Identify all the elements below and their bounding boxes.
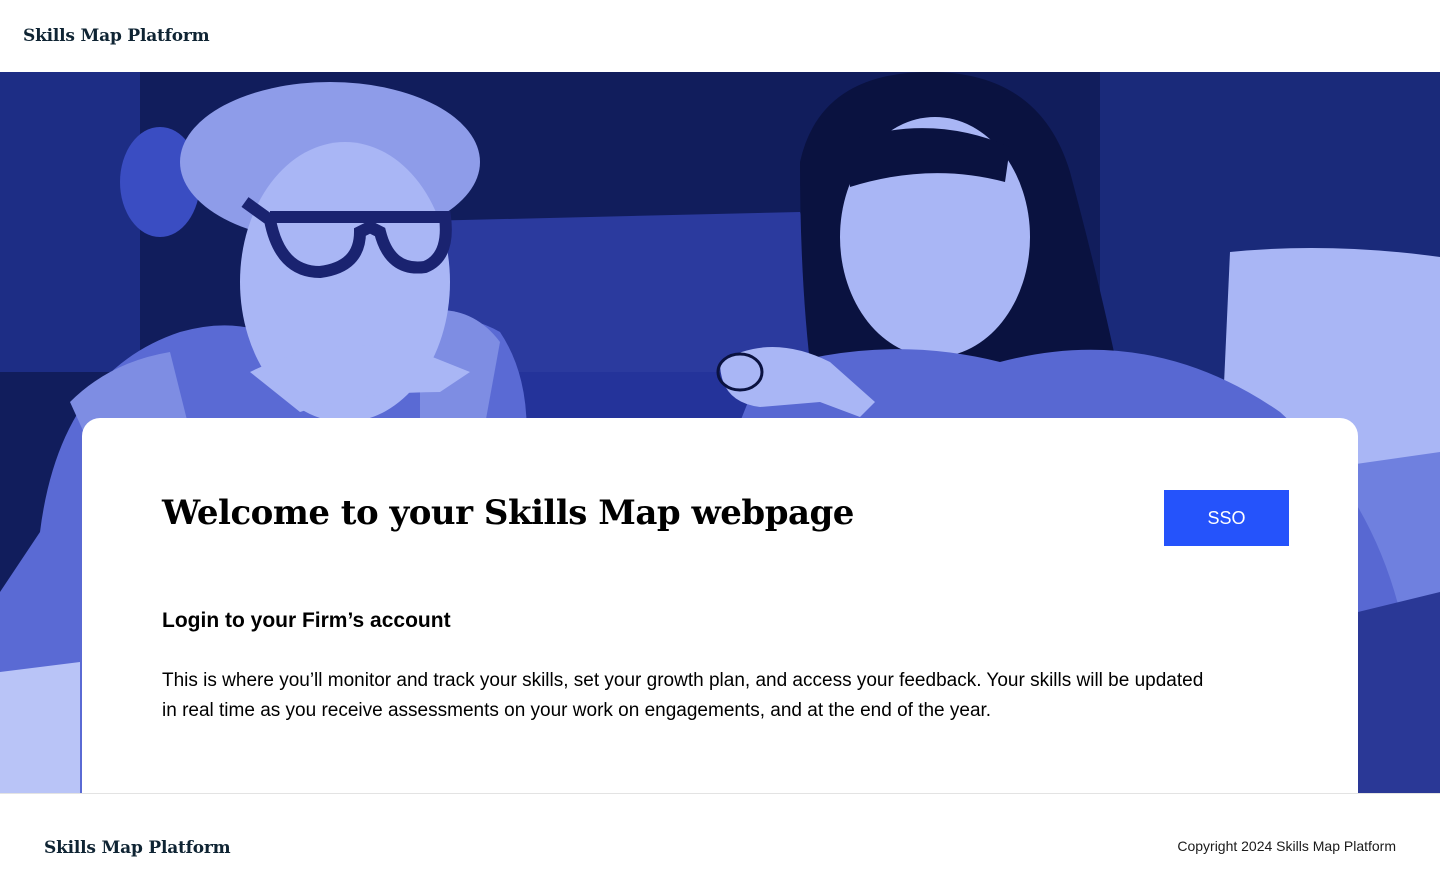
sso-login-button[interactable]: SSO: [1164, 490, 1289, 546]
copyright-text: Copyright 2024 Skills Map Platform: [1177, 838, 1396, 854]
intro-paragraph: This is where you’ll monitor and track y…: [162, 670, 1204, 721]
header-brand-logo[interactable]: Skills Map Platform: [23, 26, 210, 46]
page-footer: Skills Map Platform Copyright 2024 Skill…: [0, 793, 1440, 895]
page-title: Welcome to your Skills Map webpage: [162, 493, 854, 533]
top-header: Skills Map Platform: [0, 0, 1440, 72]
footer-brand-logo[interactable]: Skills Map Platform: [44, 838, 231, 858]
login-subtitle: Login to your Firm’s account: [162, 609, 451, 632]
welcome-card: Welcome to your Skills Map webpage SSO L…: [82, 418, 1358, 794]
